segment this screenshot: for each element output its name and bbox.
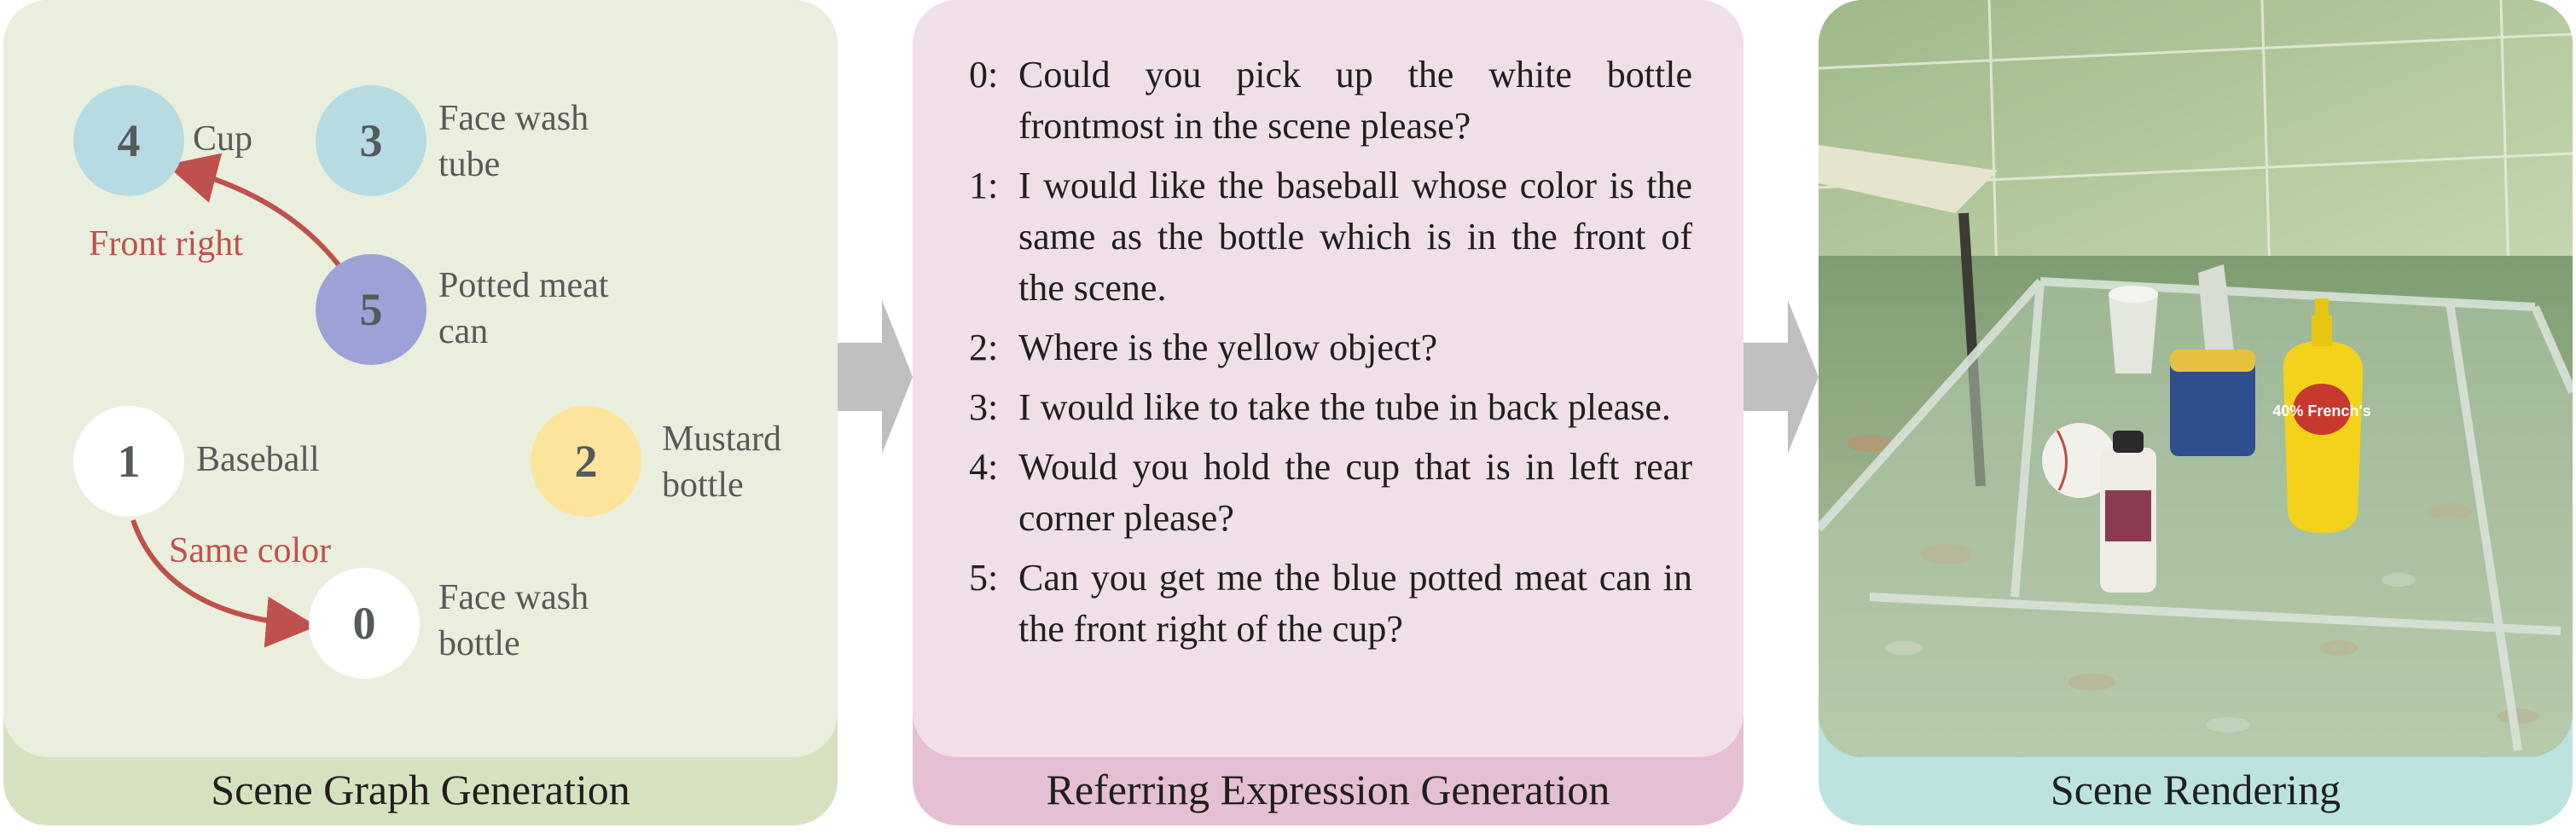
scene-graph-canvas: 4 Cup 3 Face wash tube 5 Potted meat can…: [3, 0, 838, 757]
edge-label-same-color: Same color: [169, 531, 332, 570]
expression-item: 1: I would like the baseball whose color …: [969, 165, 1692, 309]
node-3-label: Face wash tube: [438, 99, 589, 184]
expression-item: 5: Can you get me the blue potted meat ca…: [969, 557, 1692, 650]
referring-panel: 0: Could you pick up the white bottle fro…: [913, 0, 1743, 825]
node-5-circle: 5: [316, 254, 426, 365]
edge-label-front-right: Front right: [89, 224, 243, 263]
scene-cup: [2109, 294, 2158, 373]
scene-graph-panel: 4 Cup 3 Face wash tube 5 Potted meat can…: [3, 0, 838, 825]
rendering-panel: 40% French's Scene Rendering: [1819, 0, 2573, 825]
node-0-label: Face wash bottle: [438, 578, 589, 663]
scene-mustard: [2283, 341, 2364, 533]
node-3-circle: 3: [316, 85, 426, 196]
node-2-label: Mustard bottle: [662, 420, 781, 505]
scene-graph-caption: Scene Graph Generation: [211, 766, 630, 813]
node-2-circle: 2: [531, 406, 641, 517]
scene-illustration: 40% French's: [1819, 0, 2573, 757]
expression-list: 0: Could you pick up the white bottle fro…: [969, 49, 1692, 663]
node-4-label: Cup: [193, 119, 253, 159]
flow-arrow-2: [1743, 300, 1819, 454]
referring-caption: Referring Expression Generation: [1046, 766, 1610, 813]
expression-item: 4: Would you hold the cup that is in left…: [969, 446, 1692, 539]
expression-item: 3: I would like to take the tube in back …: [969, 386, 1671, 428]
expression-item: 0: Could you pick up the white bottle fro…: [969, 54, 1692, 147]
node-4-circle: 4: [73, 85, 184, 196]
node-0-circle: 0: [309, 568, 420, 679]
node-1-label: Baseball: [196, 440, 320, 479]
flow-arrow-1: [838, 300, 913, 454]
rendered-scene-image: 40% French's: [1819, 0, 2573, 757]
referring-canvas: 0: Could you pick up the white bottle fro…: [913, 0, 1743, 757]
node-1-circle: 1: [73, 406, 184, 517]
mustard-label-text: 40% French's: [2272, 402, 2370, 420]
expression-item: 2: Where is the yellow object?: [969, 327, 1438, 368]
rendering-caption: Scene Rendering: [2050, 766, 2341, 813]
node-5-label: Potted meat can: [438, 266, 609, 351]
